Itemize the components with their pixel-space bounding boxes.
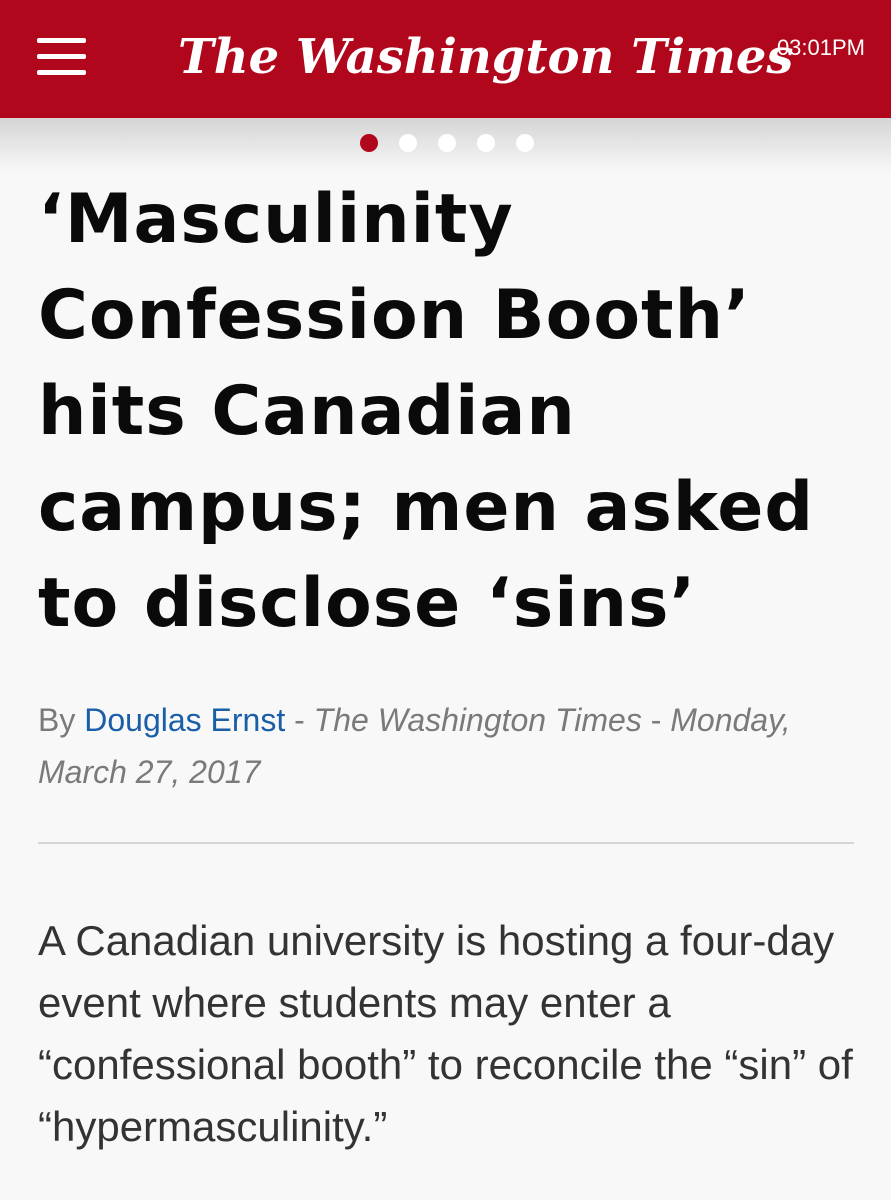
top-app-bar: The Washington Times 03:01PM [0,0,891,118]
article-headline: ‘Masculinity Confession Booth’ hits Cana… [38,180,815,643]
article-page: The Washington Times 03:01PM ‘Masculinit… [0,0,891,1200]
page-dot-1[interactable] [360,134,378,152]
page-dot-2[interactable] [399,134,417,152]
page-indicator [360,134,534,152]
byline-separator: - [294,702,305,738]
author-link[interactable]: Douglas Ernst [84,702,285,738]
page-dot-5[interactable] [516,134,534,152]
divider [38,842,854,844]
publication-name: The Washington Times [313,702,642,738]
byline-prefix: By [38,702,76,738]
page-dot-4[interactable] [477,134,495,152]
status-time: 03:01PM [776,35,865,60]
hamburger-menu-icon[interactable] [37,38,86,76]
byline-separator-2: - [650,702,662,738]
article-byline: By Douglas Ernst - The Washington Times … [38,694,853,798]
page-dot-3[interactable] [438,134,456,152]
article-lede: A Canadian university is hosting a four-… [38,917,853,1150]
publication-logo[interactable]: The Washington Times [178,22,793,92]
